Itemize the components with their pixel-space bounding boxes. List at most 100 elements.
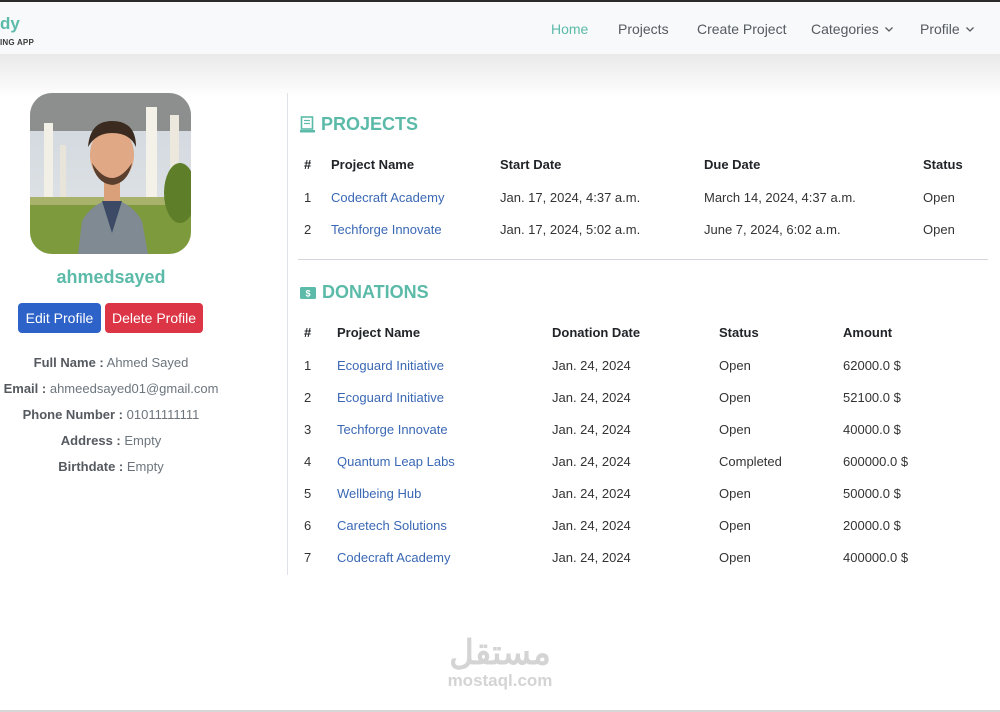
navbar: dy ING APP Home Projects Create Project … <box>0 2 1000 54</box>
status: Open <box>923 222 955 237</box>
col-header: Project Name <box>331 157 415 172</box>
vertical-divider <box>287 93 288 575</box>
watermark-arabic-text: مستقل <box>449 634 551 672</box>
row-number: 5 <box>304 486 312 501</box>
nav-profile-label: Profile <box>920 21 960 37</box>
donations-title: DONATIONS <box>322 282 429 302</box>
start-date: Jan. 17, 2024, 4:37 a.m. <box>500 190 641 205</box>
nav-categories-dropdown[interactable]: Categories <box>811 21 894 37</box>
row-number: 2 <box>304 390 312 405</box>
row-number: 1 <box>304 358 312 373</box>
amount: 50000.0 $ <box>843 486 901 501</box>
amount: 20000.0 $ <box>843 518 901 533</box>
col-header: Status <box>719 325 759 340</box>
status: Open <box>923 190 955 205</box>
projects-heading: PROJECTS <box>300 114 418 135</box>
project-name-link[interactable]: Codecraft Academy <box>337 550 450 565</box>
donations-heading: $ DONATIONS <box>300 282 429 303</box>
row-number: 4 <box>304 454 312 469</box>
donation-date: Jan. 24, 2024 <box>552 422 631 437</box>
phone-value: 01011111111 <box>126 407 200 422</box>
full-name-label: Full Name : <box>33 355 104 370</box>
nav-projects-link[interactable]: Projects <box>618 21 669 37</box>
profile-username: ahmedsayed <box>56 267 166 287</box>
nav-projects-label: Projects <box>618 21 669 37</box>
nav-profile-dropdown[interactable]: Profile <box>920 21 975 37</box>
donation-date: Jan. 24, 2024 <box>552 454 631 469</box>
email-value: ahmeedsayed01@gmail.com <box>49 381 219 396</box>
book-icon <box>300 116 315 133</box>
col-header: Project Name <box>337 325 421 340</box>
amount: 400000.0 $ <box>843 550 909 565</box>
birthdate-row: Birthdate : Empty <box>0 459 222 474</box>
col-header: Donation Date <box>552 325 641 340</box>
full-name-value: Ahmed Sayed <box>106 355 189 370</box>
row-number: 3 <box>304 422 312 437</box>
donation-date: Jan. 24, 2024 <box>552 550 631 565</box>
navbar-shadow <box>0 54 1000 98</box>
row-number: 1 <box>304 190 312 205</box>
project-name-link[interactable]: Wellbeing Hub <box>337 486 421 501</box>
col-header: Status <box>923 157 963 172</box>
nav-create-project-link[interactable]: Create Project <box>697 21 786 37</box>
donation-date: Jan. 24, 2024 <box>552 358 631 373</box>
birthdate-label: Birthdate : <box>58 459 124 474</box>
nav-home-label: Home <box>551 21 589 37</box>
chevron-down-icon <box>965 27 974 32</box>
project-name-link[interactable]: Quantum Leap Labs <box>337 454 455 469</box>
col-header: Start Date <box>500 157 562 172</box>
start-date: Jan. 17, 2024, 5:02 a.m. <box>500 222 641 237</box>
email-row: Email : ahmeedsayed01@gmail.com <box>0 381 222 396</box>
amount: 40000.0 $ <box>843 422 901 437</box>
delete-profile-button[interactable]: Delete Profile <box>105 303 203 333</box>
due-date: June 7, 2024, 6:02 a.m. <box>704 222 841 237</box>
full-name-row: Full Name : Ahmed Sayed <box>0 355 222 370</box>
donation-date: Jan. 24, 2024 <box>552 518 631 533</box>
amount: 600000.0 $ <box>843 454 909 469</box>
nav-home-link[interactable]: Home <box>551 21 588 37</box>
project-name-link[interactable]: Caretech Solutions <box>337 518 447 533</box>
amount: 52100.0 $ <box>843 390 901 405</box>
status: Open <box>719 390 751 405</box>
brand-title[interactable]: dy <box>0 14 20 34</box>
project-name-link[interactable]: Codecraft Academy <box>331 190 444 205</box>
brand-subtitle: ING APP <box>0 38 34 47</box>
profile-photo <box>30 93 191 254</box>
due-date: March 14, 2024, 4:37 a.m. <box>704 190 856 205</box>
row-number: 6 <box>304 518 312 533</box>
col-header: # <box>304 325 312 340</box>
phone-row: Phone Number : 01011111111 <box>0 407 222 422</box>
amount: 62000.0 $ <box>843 358 901 373</box>
project-name-link[interactable]: Ecoguard Initiative <box>337 358 444 373</box>
col-header: Amount <box>843 325 893 340</box>
email-label: Email : <box>3 381 47 396</box>
status: Completed <box>719 454 782 469</box>
status: Open <box>719 518 751 533</box>
status: Open <box>719 422 751 437</box>
watermark-latin-text: mostaql.com <box>447 671 553 690</box>
status: Open <box>719 486 751 501</box>
mostaql-watermark: مستقل mostaql.com <box>432 636 568 689</box>
section-divider <box>298 259 988 260</box>
birthdate-value: Empty <box>126 459 164 474</box>
project-name-link[interactable]: Techforge Innovate <box>337 422 448 437</box>
donation-date: Jan. 24, 2024 <box>552 390 631 405</box>
address-label: Address : <box>60 433 121 448</box>
svg-text:$: $ <box>305 288 310 298</box>
avatar <box>30 93 191 254</box>
status: Open <box>719 550 751 565</box>
phone-label: Phone Number : <box>22 407 123 422</box>
money-icon: $ <box>300 286 316 299</box>
chevron-down-icon <box>884 27 893 32</box>
address-value: Empty <box>124 433 162 448</box>
row-number: 2 <box>304 222 312 237</box>
project-name-link[interactable]: Ecoguard Initiative <box>337 390 444 405</box>
row-number: 7 <box>304 550 312 565</box>
edit-profile-button[interactable]: Edit Profile <box>18 303 101 333</box>
nav-categories-label: Categories <box>811 21 879 37</box>
donation-date: Jan. 24, 2024 <box>552 486 631 501</box>
col-header: Due Date <box>704 157 761 172</box>
col-header: # <box>304 157 312 172</box>
project-name-link[interactable]: Techforge Innovate <box>331 222 442 237</box>
address-row: Address : Empty <box>0 433 222 448</box>
